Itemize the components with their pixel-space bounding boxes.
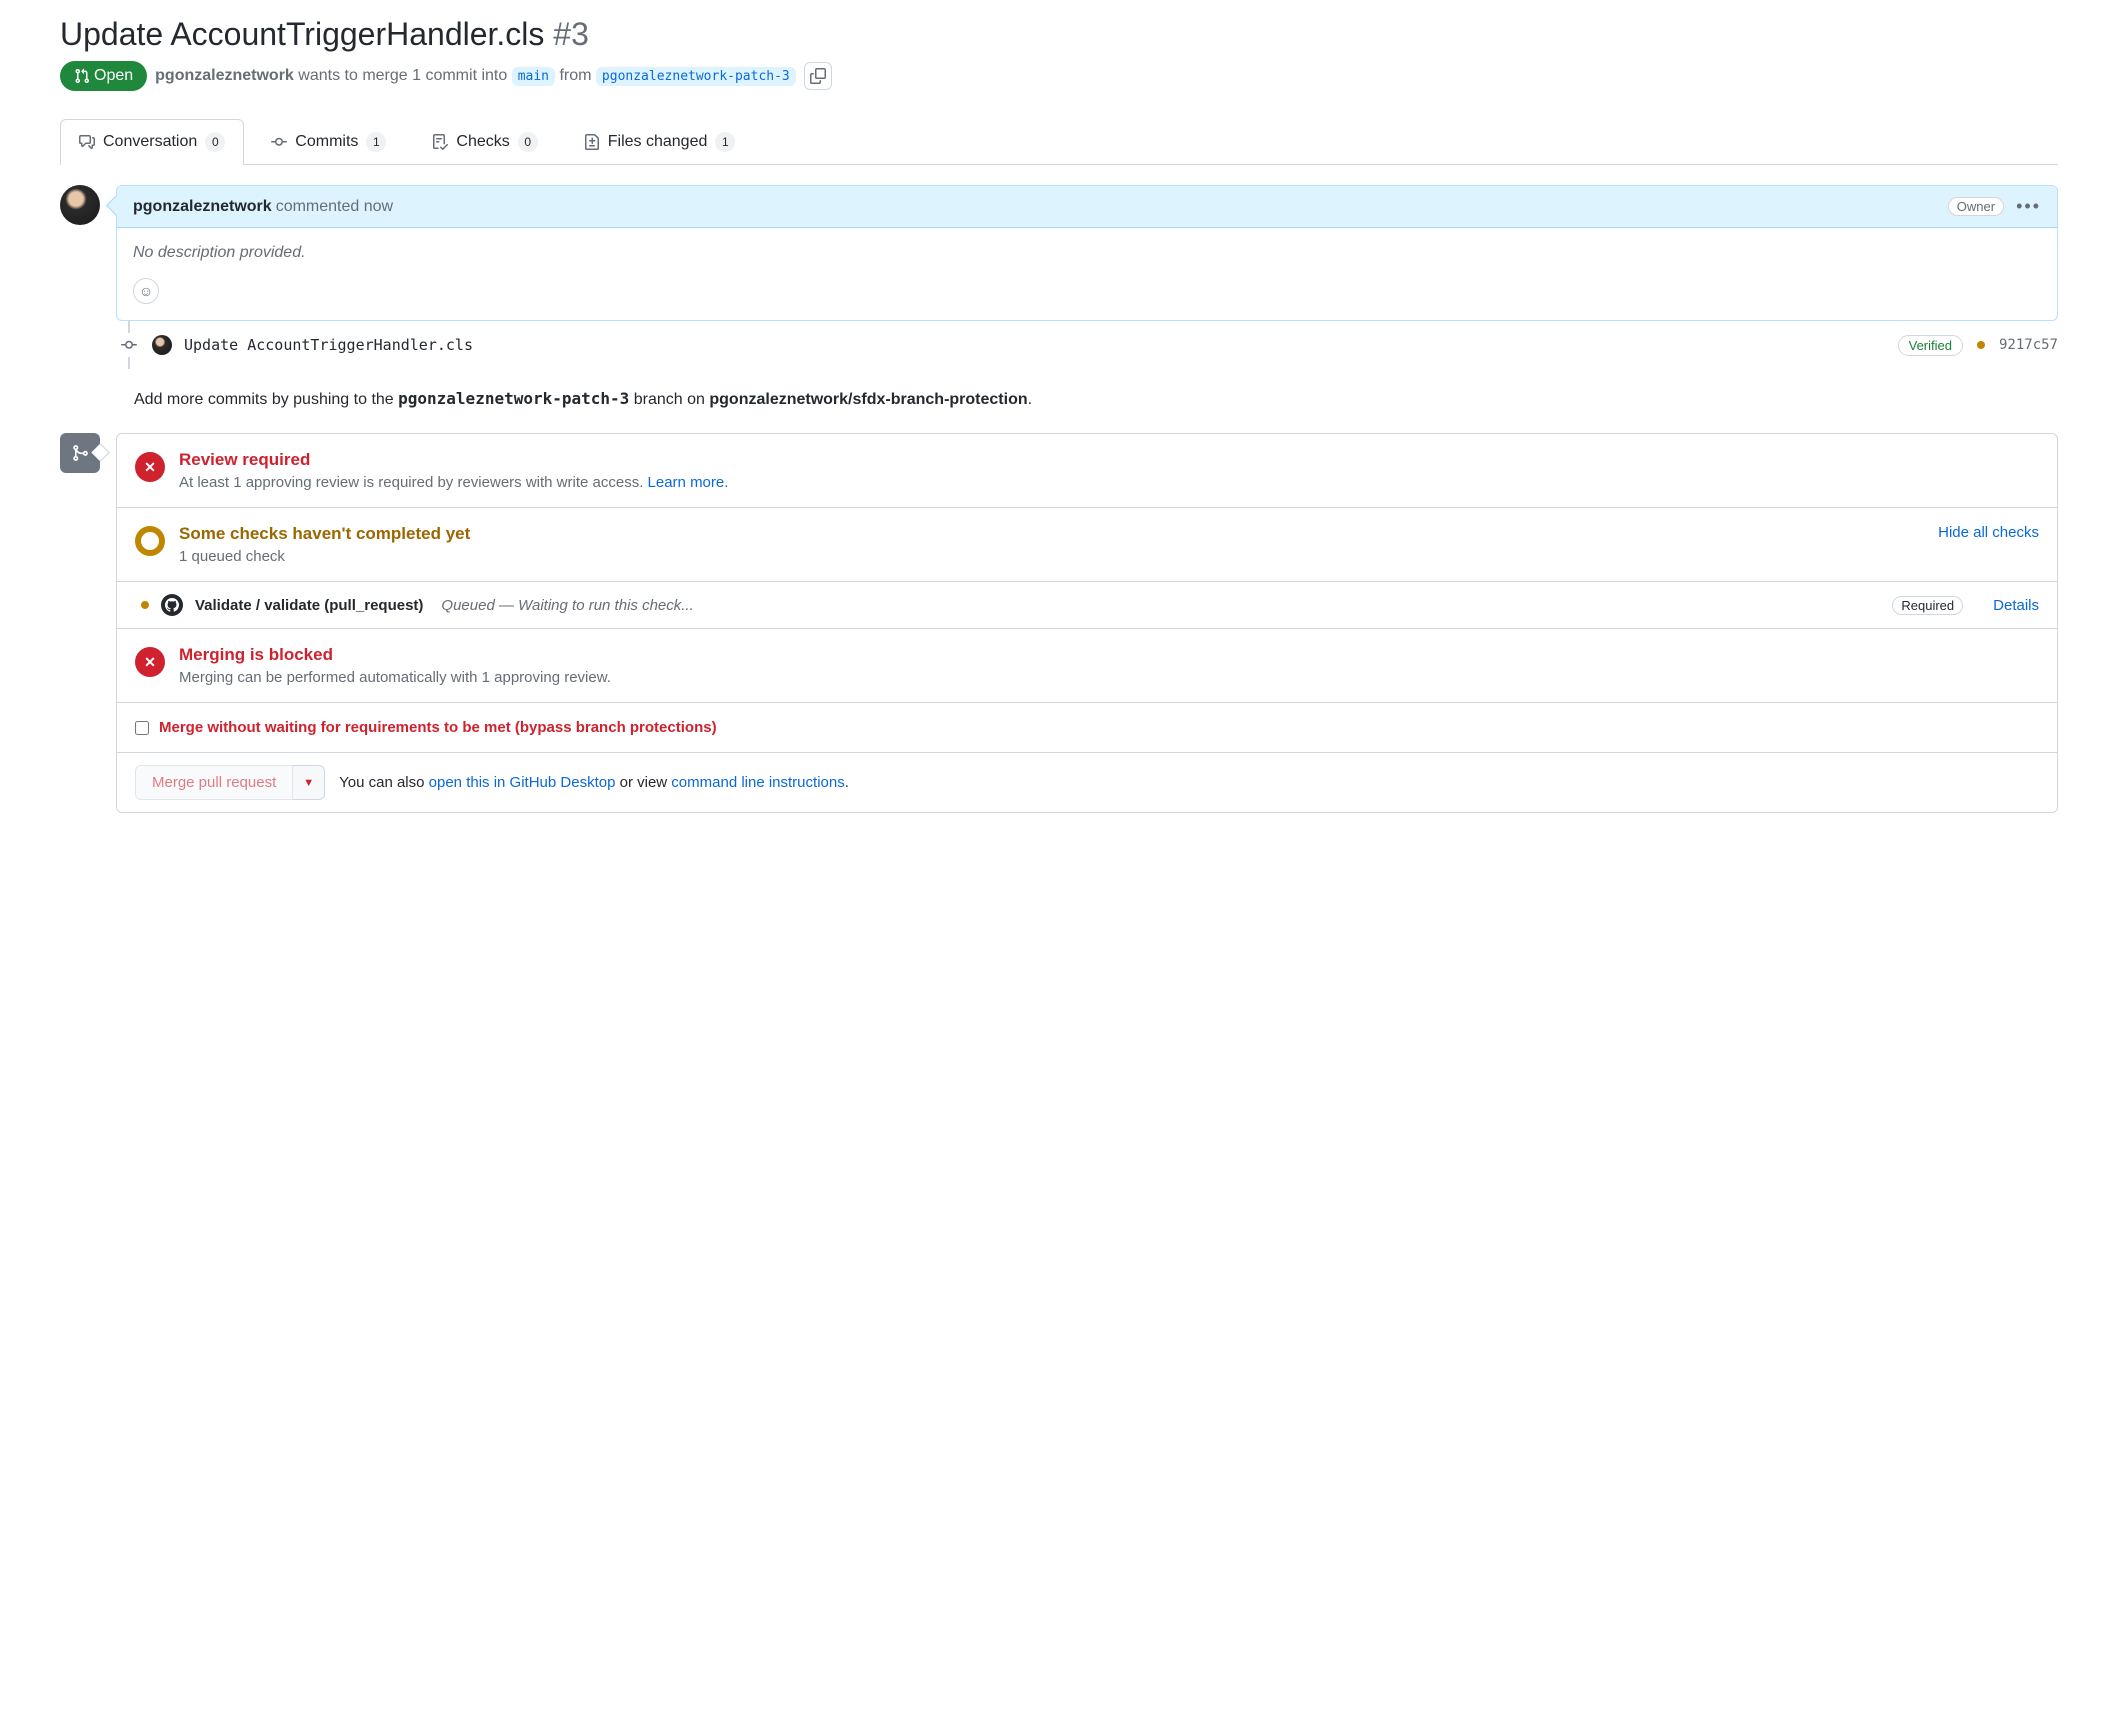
- command-line-instructions-link[interactable]: command line instructions: [671, 774, 844, 791]
- copy-icon: [810, 68, 826, 84]
- merge-alt-text: You can also open this in GitHub Desktop…: [339, 774, 849, 791]
- status-pending-icon: [141, 601, 149, 609]
- commit-message[interactable]: Update AccountTriggerHandler.cls: [184, 336, 473, 354]
- check-status: Queued — Waiting to run this check...: [441, 597, 693, 614]
- merge-status-icon-box: [60, 433, 100, 473]
- kebab-menu-icon[interactable]: •••: [2016, 196, 2041, 217]
- pr-number: #3: [553, 16, 589, 52]
- merge-action-row: Merge pull request ▼ You can also open t…: [117, 753, 2057, 812]
- tab-files-count: 1: [715, 132, 735, 152]
- required-badge: Required: [1892, 596, 1963, 615]
- pr-tabs: Conversation 0 Commits 1 Checks 0 Files …: [60, 119, 2058, 165]
- tab-checks-count: 0: [518, 132, 538, 152]
- pr-author[interactable]: pgonzaleznetwork: [155, 67, 294, 84]
- check-item-row: Validate / validate (pull_request) Queue…: [117, 582, 2057, 629]
- checks-incomplete-sub: 1 queued check: [179, 548, 1924, 565]
- open-github-desktop-link[interactable]: open this in GitHub Desktop: [429, 774, 616, 791]
- tab-checks[interactable]: Checks 0: [413, 119, 556, 164]
- tab-commits[interactable]: Commits 1: [252, 119, 405, 164]
- checks-incomplete-title: Some checks haven't completed yet: [179, 524, 1924, 544]
- merging-blocked-section: ✕ Merging is blocked Merging can be perf…: [117, 629, 2057, 703]
- comment-box: pgonzaleznetwork commented now Owner •••…: [116, 185, 2058, 321]
- merging-blocked-sub: Merging can be performed automatically w…: [179, 669, 2039, 686]
- tab-commits-count: 1: [366, 132, 386, 152]
- pending-circle-icon: [135, 526, 165, 556]
- merge-pull-request-button[interactable]: Merge pull request: [135, 765, 293, 800]
- learn-more-link[interactable]: Learn more.: [648, 474, 729, 491]
- bypass-label[interactable]: Merge without waiting for requirements t…: [159, 719, 717, 736]
- verified-badge[interactable]: Verified: [1898, 335, 1963, 356]
- push-hint-text: Add more commits by pushing to the pgonz…: [134, 389, 2058, 413]
- state-label: Open: [94, 67, 133, 85]
- pr-meta-text: pgonzaleznetwork wants to merge 1 commit…: [155, 67, 796, 86]
- avatar[interactable]: [60, 185, 100, 225]
- tab-conversation-count: 0: [205, 132, 225, 152]
- review-required-title: Review required: [179, 450, 2039, 470]
- pr-title: Update AccountTriggerHandler.cls #3: [60, 16, 2058, 53]
- bypass-protections-row: Merge without waiting for requirements t…: [117, 703, 2057, 753]
- pr-meta-row: Open pgonzaleznetwork wants to merge 1 c…: [60, 61, 2058, 91]
- x-circle-icon: ✕: [135, 647, 165, 677]
- status-pending-icon[interactable]: [1977, 341, 1985, 349]
- git-commit-icon: [271, 134, 287, 150]
- comment-header: pgonzaleznetwork commented now Owner •••: [117, 186, 2057, 228]
- hide-all-checks-link[interactable]: Hide all checks: [1938, 524, 2039, 541]
- checklist-icon: [432, 134, 448, 150]
- owner-badge: Owner: [1948, 197, 2004, 216]
- head-branch-label[interactable]: pgonzaleznetwork-patch-3: [596, 67, 796, 86]
- merge-options-dropdown[interactable]: ▼: [293, 765, 325, 800]
- check-details-link[interactable]: Details: [1993, 597, 2039, 614]
- smiley-icon: ☺: [139, 283, 153, 299]
- comment-time[interactable]: commented now: [276, 198, 393, 216]
- review-required-section: ✕ Review required At least 1 approving r…: [117, 434, 2057, 508]
- check-name[interactable]: Validate / validate (pull_request): [195, 597, 423, 614]
- commit-sha[interactable]: 9217c57: [1999, 337, 2058, 353]
- bypass-checkbox[interactable]: [135, 721, 149, 735]
- base-branch-label[interactable]: main: [512, 67, 555, 86]
- github-actions-icon: [161, 594, 183, 616]
- commit-timeline-item: Update AccountTriggerHandler.cls Verifie…: [118, 333, 2058, 357]
- copy-branch-button[interactable]: [804, 62, 832, 90]
- avatar[interactable]: [152, 335, 172, 355]
- merge-panel: ✕ Review required At least 1 approving r…: [116, 433, 2058, 813]
- checks-incomplete-section: Some checks haven't completed yet 1 queu…: [117, 508, 2057, 582]
- tab-conversation[interactable]: Conversation 0: [60, 119, 244, 164]
- git-merge-icon: [71, 444, 89, 462]
- pr-state-badge: Open: [60, 61, 147, 91]
- x-circle-icon: ✕: [135, 452, 165, 482]
- comment-discussion-icon: [79, 134, 95, 150]
- pr-title-text: Update AccountTriggerHandler.cls: [60, 16, 544, 52]
- tab-files-changed[interactable]: Files changed 1: [565, 119, 755, 164]
- comment-author[interactable]: pgonzaleznetwork: [133, 198, 272, 216]
- git-pull-request-icon: [74, 68, 90, 84]
- git-commit-icon: [121, 337, 137, 353]
- merging-blocked-title: Merging is blocked: [179, 645, 2039, 665]
- add-reaction-button[interactable]: ☺: [133, 278, 159, 304]
- file-diff-icon: [584, 134, 600, 150]
- comment-body-text: No description provided.: [133, 244, 2041, 262]
- review-required-sub: At least 1 approving review is required …: [179, 474, 2039, 491]
